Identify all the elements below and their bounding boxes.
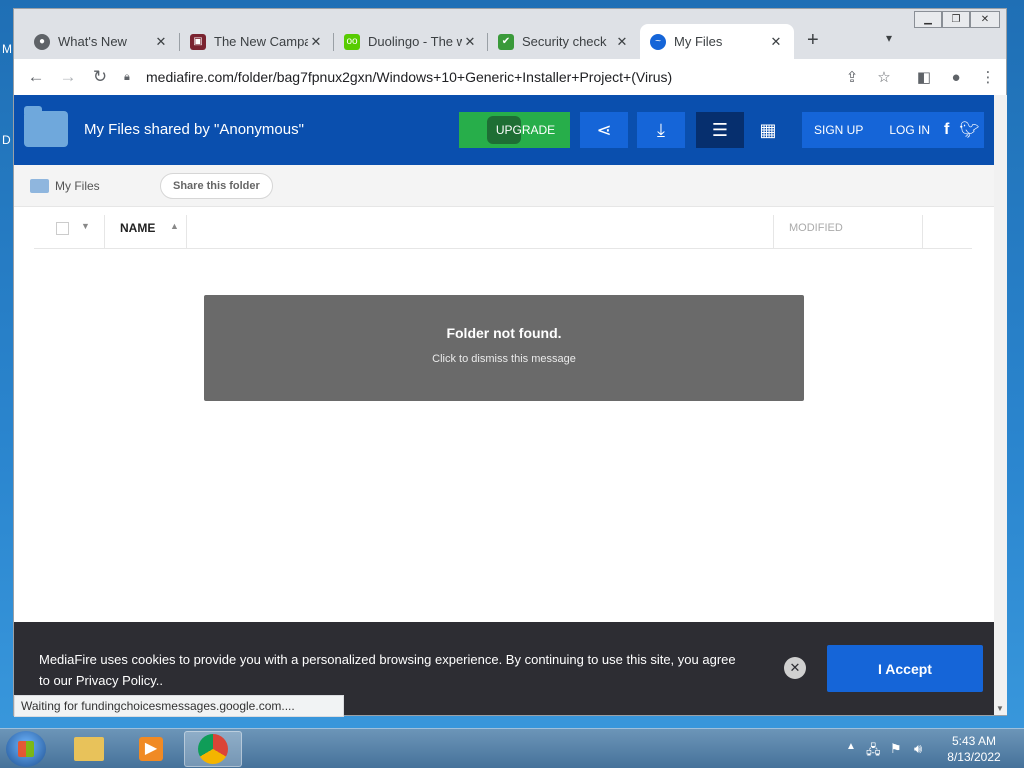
column-divider	[104, 215, 105, 249]
cookie-text: MediaFire uses cookies to provide you wi…	[39, 652, 736, 688]
security-check-icon: ✔	[498, 33, 514, 50]
folder-not-found-notice[interactable]: Folder not found. Click to dismiss this …	[204, 295, 804, 401]
reload-button[interactable]: ↻	[88, 65, 112, 89]
status-bar: Waiting for fundingchoicesmessages.googl…	[14, 695, 344, 717]
column-divider	[773, 215, 774, 249]
notice-subtitle: Click to dismiss this message	[432, 353, 576, 365]
folder-icon	[24, 106, 68, 147]
upgrade-label: UPGRADE	[495, 123, 556, 137]
tab-label: My Files	[674, 34, 723, 49]
tab-duolingo[interactable]: oo Duolingo - The w ✕	[334, 24, 488, 59]
accept-cookies-button[interactable]: I Accept	[827, 645, 983, 692]
start-button[interactable]	[6, 731, 46, 767]
mediafire-header: My Files shared by "Anonymous" UPGRADE ⋖…	[14, 95, 994, 165]
tab-whats-new[interactable]: ● What's New ✕	[24, 24, 179, 59]
tab-label: Duolingo - The w	[368, 34, 462, 49]
list-view-button[interactable]: ☰	[696, 112, 744, 148]
forward-button[interactable]: →	[56, 65, 80, 89]
volume-icon[interactable]: 🔊︎	[914, 741, 922, 757]
column-header-name[interactable]: NAME	[120, 221, 155, 235]
show-hidden-icons-icon[interactable]: ▲	[846, 741, 856, 752]
browser-window: ● What's New ✕ ▣ The New Campa ✕ oo Duol…	[13, 8, 1007, 717]
profile-avatar-icon[interactable]: ●	[944, 65, 968, 89]
taskbar-explorer[interactable]	[60, 731, 118, 767]
scroll-down-icon[interactable]: ▼	[996, 704, 1004, 713]
clock-date: 8/13/2022	[947, 750, 1001, 764]
breadcrumb-my-files[interactable]: My Files	[55, 179, 100, 193]
facebook-icon[interactable]: f	[944, 121, 949, 139]
vertical-scrollbar[interactable]: ▼	[994, 95, 1007, 715]
column-divider	[922, 215, 923, 249]
close-icon[interactable]: ✕	[462, 34, 478, 50]
account-box: SIGN UP LOG IN f 🐦︎	[802, 112, 984, 148]
campaign-icon: ▣	[190, 33, 206, 50]
chrome-icon	[198, 734, 228, 764]
tab-search-icon[interactable]: ▾	[886, 31, 892, 45]
chevron-down-icon[interactable]: ▼	[81, 221, 90, 231]
folder-icon	[30, 179, 49, 193]
column-header-modified[interactable]: MODIFIED	[789, 222, 843, 234]
breadcrumb-bar: My Files Share this folder	[14, 165, 994, 207]
page-content: My Files shared by "Anonymous" UPGRADE ⋖…	[14, 95, 994, 715]
taskbar-media-player[interactable]: ▶	[122, 731, 180, 767]
upgrade-button[interactable]: UPGRADE	[459, 112, 570, 148]
page-title: My Files shared by "Anonymous"	[84, 121, 304, 138]
tab-label: Security check	[522, 34, 607, 49]
taskbar: ▶ ▲ 🖧︎ ⚑ 🔊︎ 5:43 AM 8/13/2022	[0, 728, 1024, 768]
notice-title: Folder not found.	[446, 325, 562, 341]
address-bar[interactable]: 🔒︎ mediafire.com/folder/bag7fpnux2gxn/Wi…	[124, 63, 904, 91]
minimize-button[interactable]: ▁	[914, 11, 942, 28]
browser-toolbar: ← → ↻ 🔒︎ mediafire.com/folder/bag7fpnux2…	[14, 59, 1006, 95]
desktop-icon-label[interactable]: D	[2, 133, 11, 147]
chrome-icon: ●	[34, 33, 50, 50]
sign-up-button[interactable]: SIGN UP	[814, 123, 863, 137]
close-icon[interactable]: ✕	[153, 34, 169, 50]
url-text: mediafire.com/folder/bag7fpnux2gxn/Windo…	[146, 69, 673, 85]
desktop-icon-label[interactable]: M	[2, 42, 12, 56]
close-icon[interactable]: ✕	[614, 34, 630, 50]
list-icon: ☰	[711, 119, 729, 140]
column-divider	[186, 215, 187, 249]
share-icon: ⋖	[596, 119, 612, 140]
folder-icon	[74, 737, 104, 761]
flag-icon[interactable]: ⚑	[890, 741, 902, 757]
clock[interactable]: 5:43 AM 8/13/2022	[944, 733, 1004, 765]
tab-the-new-campaign[interactable]: ▣ The New Campa ✕	[180, 24, 334, 59]
sort-ascending-icon[interactable]: ▲	[170, 221, 179, 231]
tab-my-files[interactable]: ~ My Files ✕	[640, 24, 794, 59]
back-button[interactable]: ←	[24, 65, 48, 89]
download-icon: ⤓	[657, 119, 665, 140]
taskbar-chrome[interactable]	[184, 731, 242, 767]
bookmark-star-icon[interactable]: ☆	[872, 65, 896, 89]
media-player-icon: ▶	[139, 737, 163, 761]
close-icon[interactable]: ✕	[308, 34, 324, 50]
download-button[interactable]: ⤓	[637, 112, 685, 148]
tab-security-check[interactable]: ✔ Security check ✕	[488, 24, 640, 59]
select-all-checkbox[interactable]	[56, 222, 69, 235]
maximize-button[interactable]: ❐	[942, 11, 970, 28]
duolingo-icon: oo	[344, 33, 360, 50]
tab-label: What's New	[58, 34, 127, 49]
mediafire-icon: ~	[650, 33, 666, 50]
clock-time: 5:43 AM	[951, 734, 997, 748]
share-folder-button[interactable]: Share this folder	[160, 173, 273, 199]
close-icon[interactable]: ✕	[784, 657, 806, 679]
log-in-button[interactable]: LOG IN	[889, 123, 930, 137]
tab-strip: ● What's New ✕ ▣ The New Campa ✕ oo Duol…	[14, 9, 1006, 59]
file-list-header: ▼ NAME ▲ MODIFIED	[34, 207, 972, 249]
twitter-icon[interactable]: 🐦︎	[959, 120, 979, 140]
side-panel-icon[interactable]: ◧	[912, 65, 936, 89]
network-icon[interactable]: 🖧︎	[866, 741, 881, 763]
share-page-icon[interactable]: ⇪	[840, 65, 864, 89]
tab-label: The New Campa	[214, 34, 308, 49]
close-icon[interactable]: ✕	[768, 34, 784, 50]
grid-view-button[interactable]: ▦	[744, 112, 792, 148]
menu-kebab-icon[interactable]: ⋮	[976, 65, 1000, 89]
share-button[interactable]: ⋖	[580, 112, 628, 148]
grid-icon: ▦	[759, 119, 777, 140]
new-tab-button[interactable]: +	[807, 29, 819, 52]
window-close-button[interactable]: ✕	[970, 11, 1000, 28]
lock-icon[interactable]: 🔒︎	[124, 71, 138, 84]
